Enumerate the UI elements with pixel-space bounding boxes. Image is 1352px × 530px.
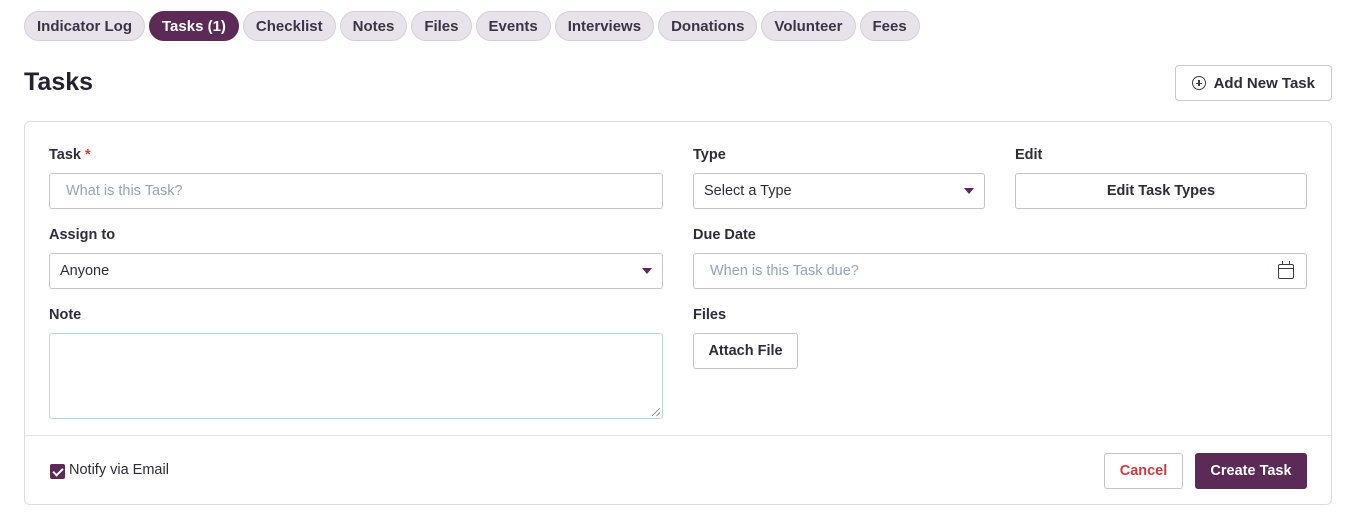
due-date-input[interactable]: When is this Task due? (693, 253, 1307, 289)
type-label: Type (693, 147, 726, 163)
assign-to-value: Anyone (60, 263, 110, 279)
required-marker: * (84, 147, 91, 163)
due-date-placeholder: When is this Task due? (710, 263, 859, 279)
tab-bar: Indicator Log Tasks (1) Checklist Notes … (24, 11, 920, 41)
type-select-value: Select a Type (704, 183, 792, 199)
tab-interviews[interactable]: Interviews (554, 11, 655, 41)
task-input-placeholder: What is this Task? (66, 183, 183, 199)
attach-file-button[interactable]: Attach File (693, 333, 798, 369)
cancel-button[interactable]: Cancel (1104, 453, 1183, 489)
edit-task-types-button[interactable]: Edit Task Types (1015, 173, 1307, 209)
calendar-icon[interactable] (1278, 261, 1294, 279)
tab-fees[interactable]: Fees (859, 11, 920, 41)
tab-indicator-log[interactable]: Indicator Log (24, 11, 145, 41)
note-label: Note (49, 307, 82, 323)
add-new-task-label: Add New Task (1213, 74, 1315, 92)
notify-email-checkbox[interactable] (50, 464, 65, 479)
due-date-label: Due Date (693, 227, 756, 243)
task-label: Task * (49, 147, 91, 163)
type-select[interactable]: Select a Type (693, 173, 985, 209)
tab-tasks[interactable]: Tasks (1) (149, 11, 239, 41)
tab-donations[interactable]: Donations (658, 11, 758, 41)
tab-volunteer[interactable]: Volunteer (761, 11, 856, 41)
create-task-button[interactable]: Create Task (1195, 453, 1307, 489)
plus-circle-icon (1191, 76, 1206, 90)
tab-checklist[interactable]: Checklist (242, 11, 336, 41)
page-title: Tasks (24, 68, 94, 96)
tab-files[interactable]: Files (411, 11, 472, 41)
assign-to-label: Assign to (49, 227, 116, 243)
task-form-card: Task * What is this Task? Type Select a T… (24, 121, 1332, 505)
tab-events[interactable]: Events (475, 11, 551, 41)
footer-divider (25, 435, 1331, 436)
edit-label: Edit (1015, 147, 1043, 163)
note-textarea[interactable] (49, 333, 663, 419)
files-label: Files (693, 307, 727, 323)
add-new-task-button[interactable]: Add New Task (1174, 65, 1332, 101)
resize-handle-icon[interactable] (652, 408, 660, 416)
task-label-text: Task (49, 147, 81, 163)
notify-email-label[interactable]: Notify via Email (69, 462, 169, 478)
tab-notes[interactable]: Notes (339, 11, 408, 41)
assign-to-select[interactable]: Anyone (49, 253, 663, 289)
task-input[interactable]: What is this Task? (49, 173, 663, 209)
chevron-down-icon (964, 188, 974, 194)
chevron-down-icon (642, 268, 652, 274)
